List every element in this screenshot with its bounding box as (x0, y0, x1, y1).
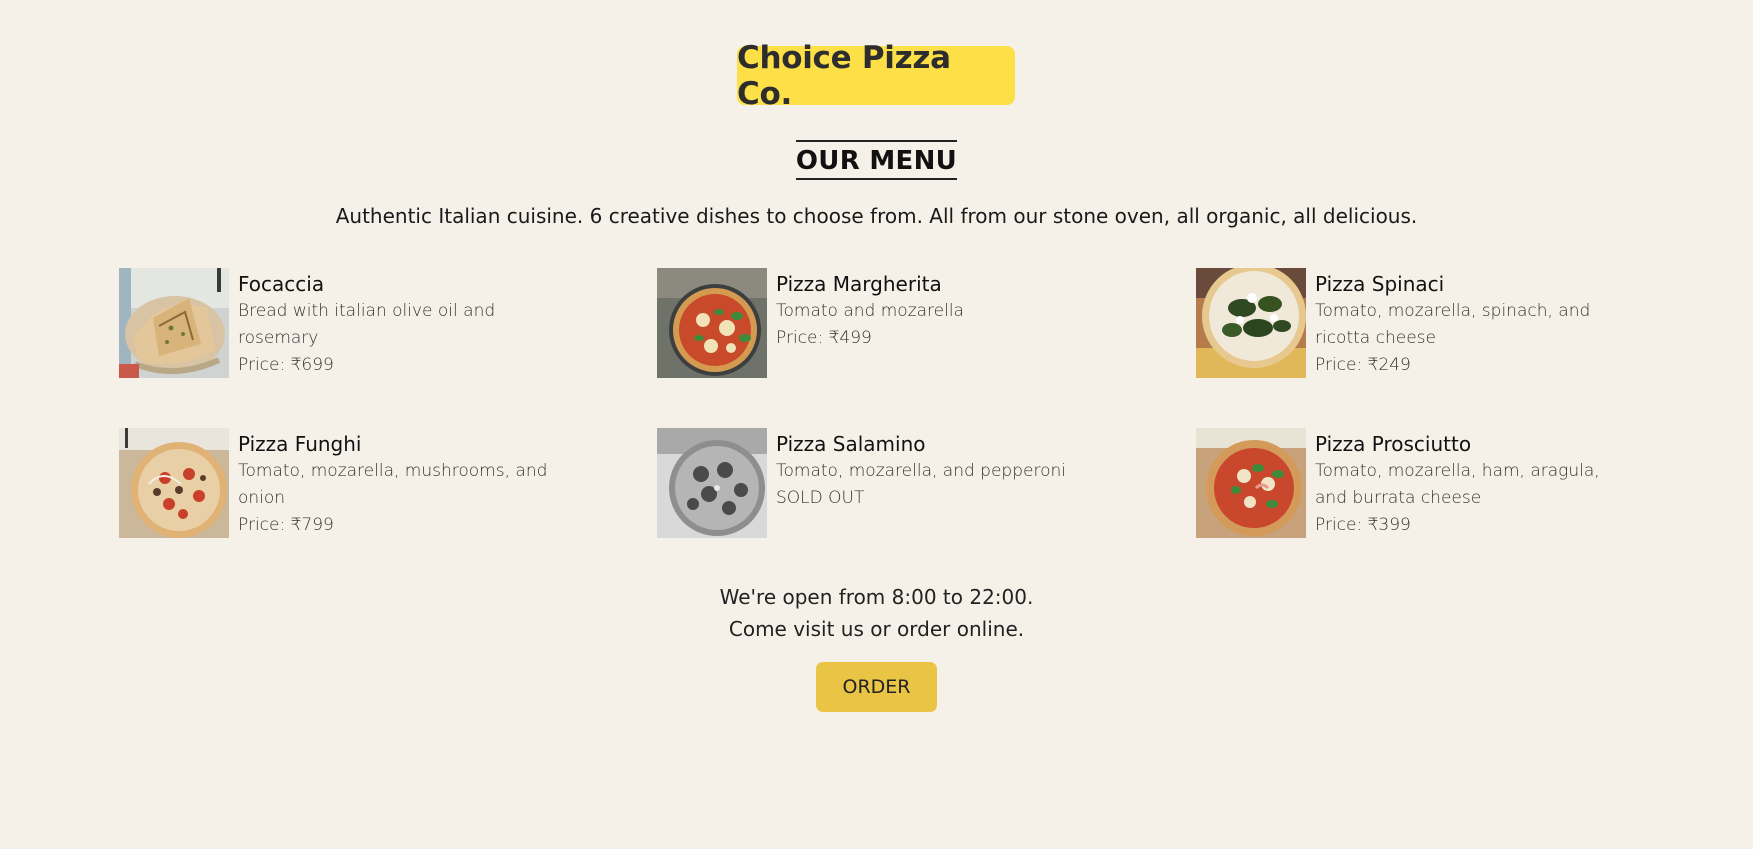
menu-title: OUR MENU (795, 140, 958, 180)
dish-name: Pizza Margherita (776, 272, 942, 296)
menu-item-info: Pizza Prosciutto Tomato, mozarella, ham,… (1315, 430, 1625, 539)
brand-name: Choice Pizza Co. (737, 39, 951, 112)
brand-logo: Choice Pizza Co. (737, 40, 1015, 112)
dish-name: Pizza Prosciutto (1315, 432, 1472, 456)
menu-title-wrap: OUR MENU (0, 140, 1753, 180)
dish-name: Pizza Salamino (776, 432, 926, 456)
dish-name: Pizza Spinaci (1315, 272, 1445, 296)
dish-description: Tomato, mozarella, spinach, and ricotta … (1315, 301, 1591, 348)
pizza-spinaci-photo (1196, 268, 1306, 378)
dish-name: Pizza Funghi (238, 432, 362, 456)
menu-tagline: Authentic Italian cuisine. 6 creative di… (335, 204, 1418, 228)
dish-name: Focaccia (238, 272, 325, 296)
sold-out-label: SOLD OUT (776, 488, 865, 508)
dish-description: Tomato, mozarella, and pepperoni (776, 461, 1066, 481)
dish-price: Price: ₹249 (1315, 355, 1411, 375)
cta-text: Come visit us or order online. (728, 617, 1025, 641)
order-button[interactable]: ORDER (816, 662, 937, 712)
menu-item-info: Pizza Spinaci Tomato, mozarella, spinach… (1315, 270, 1625, 379)
dish-description: Tomato, mozarella, mushrooms, and onion (238, 461, 548, 508)
dish-price: Price: ₹799 (238, 515, 334, 535)
footer: We're open from 8:00 to 22:00. Come visi… (0, 581, 1753, 645)
pizza-funghi-photo (119, 428, 229, 538)
menu-item-pizza-prosciutto: Pizza Prosciutto Tomato, mozarella, ham,… (1196, 428, 1626, 538)
dish-description: Tomato and mozarella (776, 301, 964, 321)
pizza-margherita-photo (657, 268, 767, 378)
dish-description: Tomato, mozarella, ham, aragula, and bur… (1315, 461, 1600, 508)
dish-price: Price: ₹399 (1315, 515, 1411, 535)
pizza-prosciutto-photo (1196, 428, 1306, 538)
menu-item-focaccia: Focaccia Bread with italian olive oil an… (119, 268, 549, 378)
dish-price: Price: ₹699 (238, 355, 334, 375)
menu-item-pizza-salamino: Pizza Salamino Tomato, mozarella, and pe… (657, 428, 1087, 538)
menu-item-pizza-funghi: Pizza Funghi Tomato, mozarella, mushroom… (119, 428, 549, 538)
menu-item-pizza-spinaci: Pizza Spinaci Tomato, mozarella, spinach… (1196, 268, 1626, 378)
opening-hours: We're open from 8:00 to 22:00. (719, 585, 1034, 609)
pizza-salamino-photo (657, 428, 767, 538)
menu-item-info: Focaccia Bread with italian olive oil an… (238, 270, 548, 379)
menu-item-pizza-margherita: Pizza Margherita Tomato and mozarella Pr… (657, 268, 1087, 378)
menu-item-info: Pizza Funghi Tomato, mozarella, mushroom… (238, 430, 548, 539)
page: Choice Pizza Co. OUR MENU Authentic Ital… (0, 0, 1753, 849)
dish-description: Bread with italian olive oil and rosemar… (238, 301, 496, 348)
menu-item-info: Pizza Margherita Tomato and mozarella Pr… (776, 270, 1086, 352)
dish-price: Price: ₹499 (776, 328, 872, 348)
focaccia-photo (119, 268, 229, 378)
menu-item-info: Pizza Salamino Tomato, mozarella, and pe… (776, 430, 1086, 512)
